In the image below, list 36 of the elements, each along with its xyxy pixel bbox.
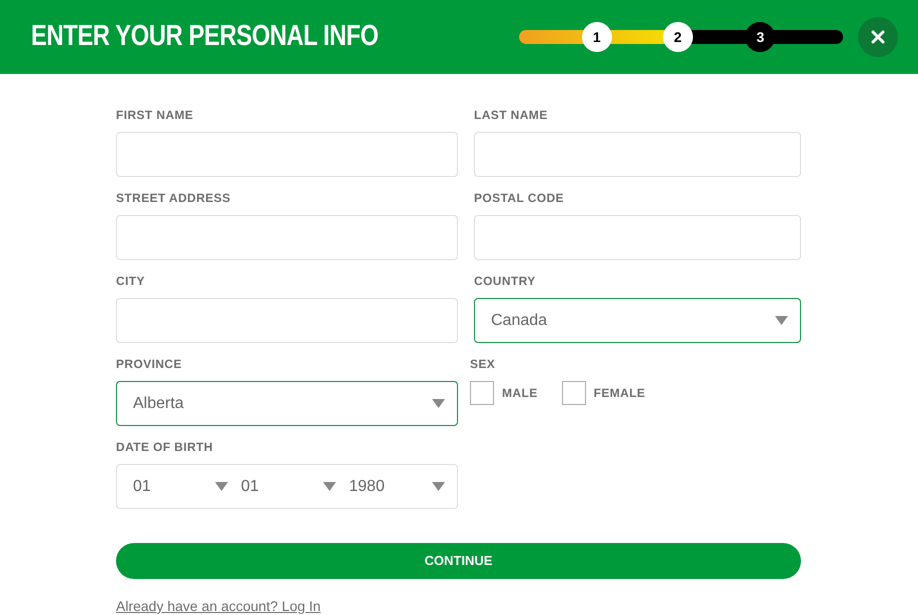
field-label: STREET ADDRESS	[116, 190, 232, 207]
field-label: FIRST NAME	[116, 107, 194, 124]
input-field[interactable]	[474, 132, 801, 177]
date-select[interactable]: 1980	[349, 474, 445, 498]
field-label: CITY	[116, 273, 146, 290]
date-select[interactable]: 01	[133, 474, 228, 498]
field-label: POSTAL CODE	[474, 190, 565, 207]
caret-icon	[432, 399, 445, 408]
page-title: ENTER YOUR PERSONAL INFO	[31, 19, 378, 54]
caret-icon	[215, 482, 228, 491]
input-field[interactable]	[116, 298, 458, 343]
field-label: COUNTRY	[474, 273, 537, 290]
input-field[interactable]	[474, 215, 801, 260]
close-icon	[871, 30, 885, 44]
field-label: DATE OF BIRTH	[116, 439, 214, 456]
continue-button[interactable]: CONTINUE	[116, 543, 801, 579]
select-field[interactable]: Alberta	[116, 381, 458, 426]
checkbox[interactable]	[470, 381, 494, 405]
select-field[interactable]: Canada	[474, 298, 801, 343]
option-label: MALE	[502, 385, 538, 402]
input-field[interactable]	[116, 132, 458, 177]
date-select[interactable]: 01	[241, 474, 336, 498]
field-label: LAST NAME	[474, 107, 549, 124]
checkbox[interactable]	[562, 381, 586, 405]
field-label: PROVINCE	[116, 356, 183, 373]
caret-icon	[775, 316, 788, 325]
close-button[interactable]	[858, 17, 898, 57]
field-label: SEX	[470, 356, 496, 373]
caret-icon	[323, 482, 336, 491]
step-marker: 2	[662, 22, 693, 52]
input-field[interactable]	[116, 215, 458, 260]
caret-icon	[432, 482, 445, 491]
step-marker: 3	[745, 22, 776, 52]
login-link[interactable]: Already have an account? Log In	[116, 598, 321, 614]
step-marker: 1	[582, 22, 612, 52]
option-label: FEMALE	[594, 385, 646, 402]
